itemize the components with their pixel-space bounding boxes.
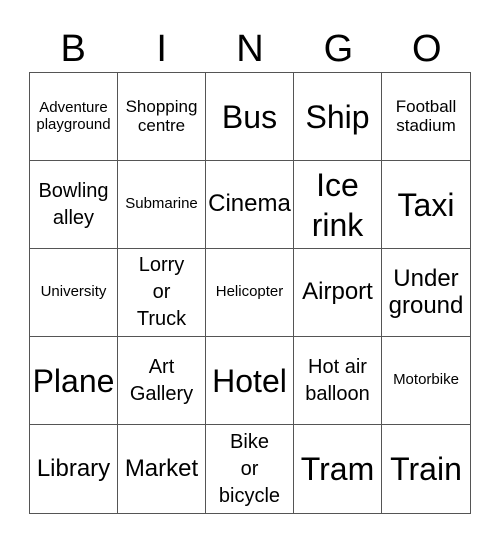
- bingo-cell[interactable]: Tram: [294, 425, 382, 513]
- bingo-cell[interactable]: Art Gallery: [118, 337, 206, 425]
- bingo-cell[interactable]: Hotel: [206, 337, 294, 425]
- bingo-cell[interactable]: Bike or bicycle: [206, 425, 294, 513]
- header-letter-g: G: [323, 28, 354, 70]
- bingo-cell[interactable]: Hot air balloon: [294, 337, 382, 425]
- bingo-cell[interactable]: Under ground: [382, 249, 470, 337]
- bingo-cell[interactable]: Shopping centre: [118, 73, 206, 161]
- bingo-cell[interactable]: Library: [30, 425, 118, 513]
- bingo-cell[interactable]: Cinema: [206, 161, 294, 249]
- bingo-cell[interactable]: Football stadium: [382, 73, 470, 161]
- bingo-cell[interactable]: Lorry or Truck: [118, 249, 206, 337]
- bingo-cell[interactable]: Ice rink: [294, 161, 382, 249]
- bingo-cell[interactable]: Bowling alley: [30, 161, 118, 249]
- bingo-cell[interactable]: Market: [118, 425, 206, 513]
- header-letter-n: N: [236, 28, 264, 70]
- bingo-cell[interactable]: Airport: [294, 249, 382, 337]
- bingo-cell[interactable]: Adventure playground: [30, 73, 118, 161]
- bingo-cell[interactable]: Motorbike: [382, 337, 470, 425]
- bingo-header: B I N G O: [29, 26, 471, 72]
- bingo-cell[interactable]: Taxi: [382, 161, 470, 249]
- bingo-cell[interactable]: Helicopter: [206, 249, 294, 337]
- header-letter-o: O: [412, 28, 442, 70]
- bingo-cell[interactable]: Train: [382, 425, 470, 513]
- bingo-cell[interactable]: Submarine: [118, 161, 206, 249]
- bingo-grid: Adventure playground Shopping centre Bus Sh…: [29, 72, 471, 514]
- bingo-cell[interactable]: Bus: [206, 73, 294, 161]
- header-letter-b: B: [60, 28, 86, 70]
- bingo-cell[interactable]: University: [30, 249, 118, 337]
- bingo-cell[interactable]: Ship: [294, 73, 382, 161]
- bingo-cell[interactable]: Plane: [30, 337, 118, 425]
- header-letter-i: I: [156, 28, 167, 70]
